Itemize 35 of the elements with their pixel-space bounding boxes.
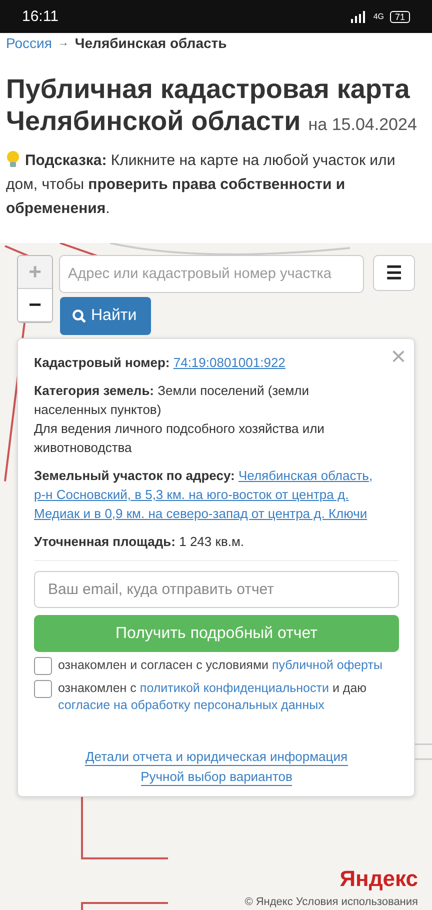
land-category-text: Категория земель: Земли поселений (земли населенных пунктов) [34, 382, 310, 419]
area-text: Уточненная площадь: 1 243 кв.м. [34, 533, 246, 551]
footer-link[interactable]: Детали отчета и юридическая информация [85, 748, 348, 766]
agreement-text: и даю [332, 681, 367, 695]
breadcrumb-link[interactable]: Челябинская область [74, 35, 227, 51]
search-field[interactable]: Адрес или кадастровый номер участка [59, 255, 364, 293]
agreement-text: ознакомлен и согласен с условиями [58, 658, 269, 672]
agreement-link[interactable]: политикой конфиденциальности [140, 681, 329, 695]
agreement-text: ознакомлен с [58, 681, 136, 695]
field-label: Кадастровый номер: [34, 355, 170, 370]
find-button[interactable]: Найти [60, 297, 151, 335]
checkbox[interactable] [34, 657, 52, 675]
page-title: Публичная кадастровая карта Челябинской области на 15.04.2024 [6, 73, 418, 138]
close-button[interactable]: × [390, 343, 406, 369]
hint-text: Подсказка: Кликните на карте на любой участок или дом, чтобы проверить права собственности и обременения. [6, 149, 396, 219]
cadastral-number-link[interactable]: 74:19:0801001:922 [173, 355, 286, 370]
lightbulb-icon [6, 150, 20, 168]
report-button[interactable]: Получить подробный отчет [34, 615, 399, 652]
menu-button[interactable]: ☰ [373, 255, 415, 291]
agreement-link[interactable]: согласие на обработку персональных данных [58, 698, 324, 712]
email-field[interactable]: Ваш email, куда отправить отчет [34, 571, 399, 608]
address-text[interactable]: Земельный участок по адресу: Челябинская область, р-н Сосновский, в 5,3 км. на юго-восток от центра д. Медиак и в 0,9 км. на северо-запад от центра д. Ключи [34, 466, 399, 523]
battery-level: 71 [390, 10, 410, 22]
breadcrumb-link[interactable]: Россия [6, 35, 52, 51]
breadcrumb-separator: → [58, 37, 69, 49]
map-attribution: © Яндекс Условия использования [244, 896, 418, 908]
status-time: 16:11 [22, 8, 58, 25]
map-logo: Яндекс [340, 866, 418, 892]
signal-icon [351, 10, 368, 22]
network-type: 4G [373, 12, 384, 21]
checkbox[interactable] [34, 680, 52, 698]
land-use-text: Для ведения личного подсобного хозяйства или животноводства [34, 420, 326, 457]
footer-link[interactable]: Ручной выбор вариантов [140, 768, 292, 786]
agreement-link[interactable]: публичной оферты [272, 658, 382, 672]
search-icon [72, 309, 86, 323]
